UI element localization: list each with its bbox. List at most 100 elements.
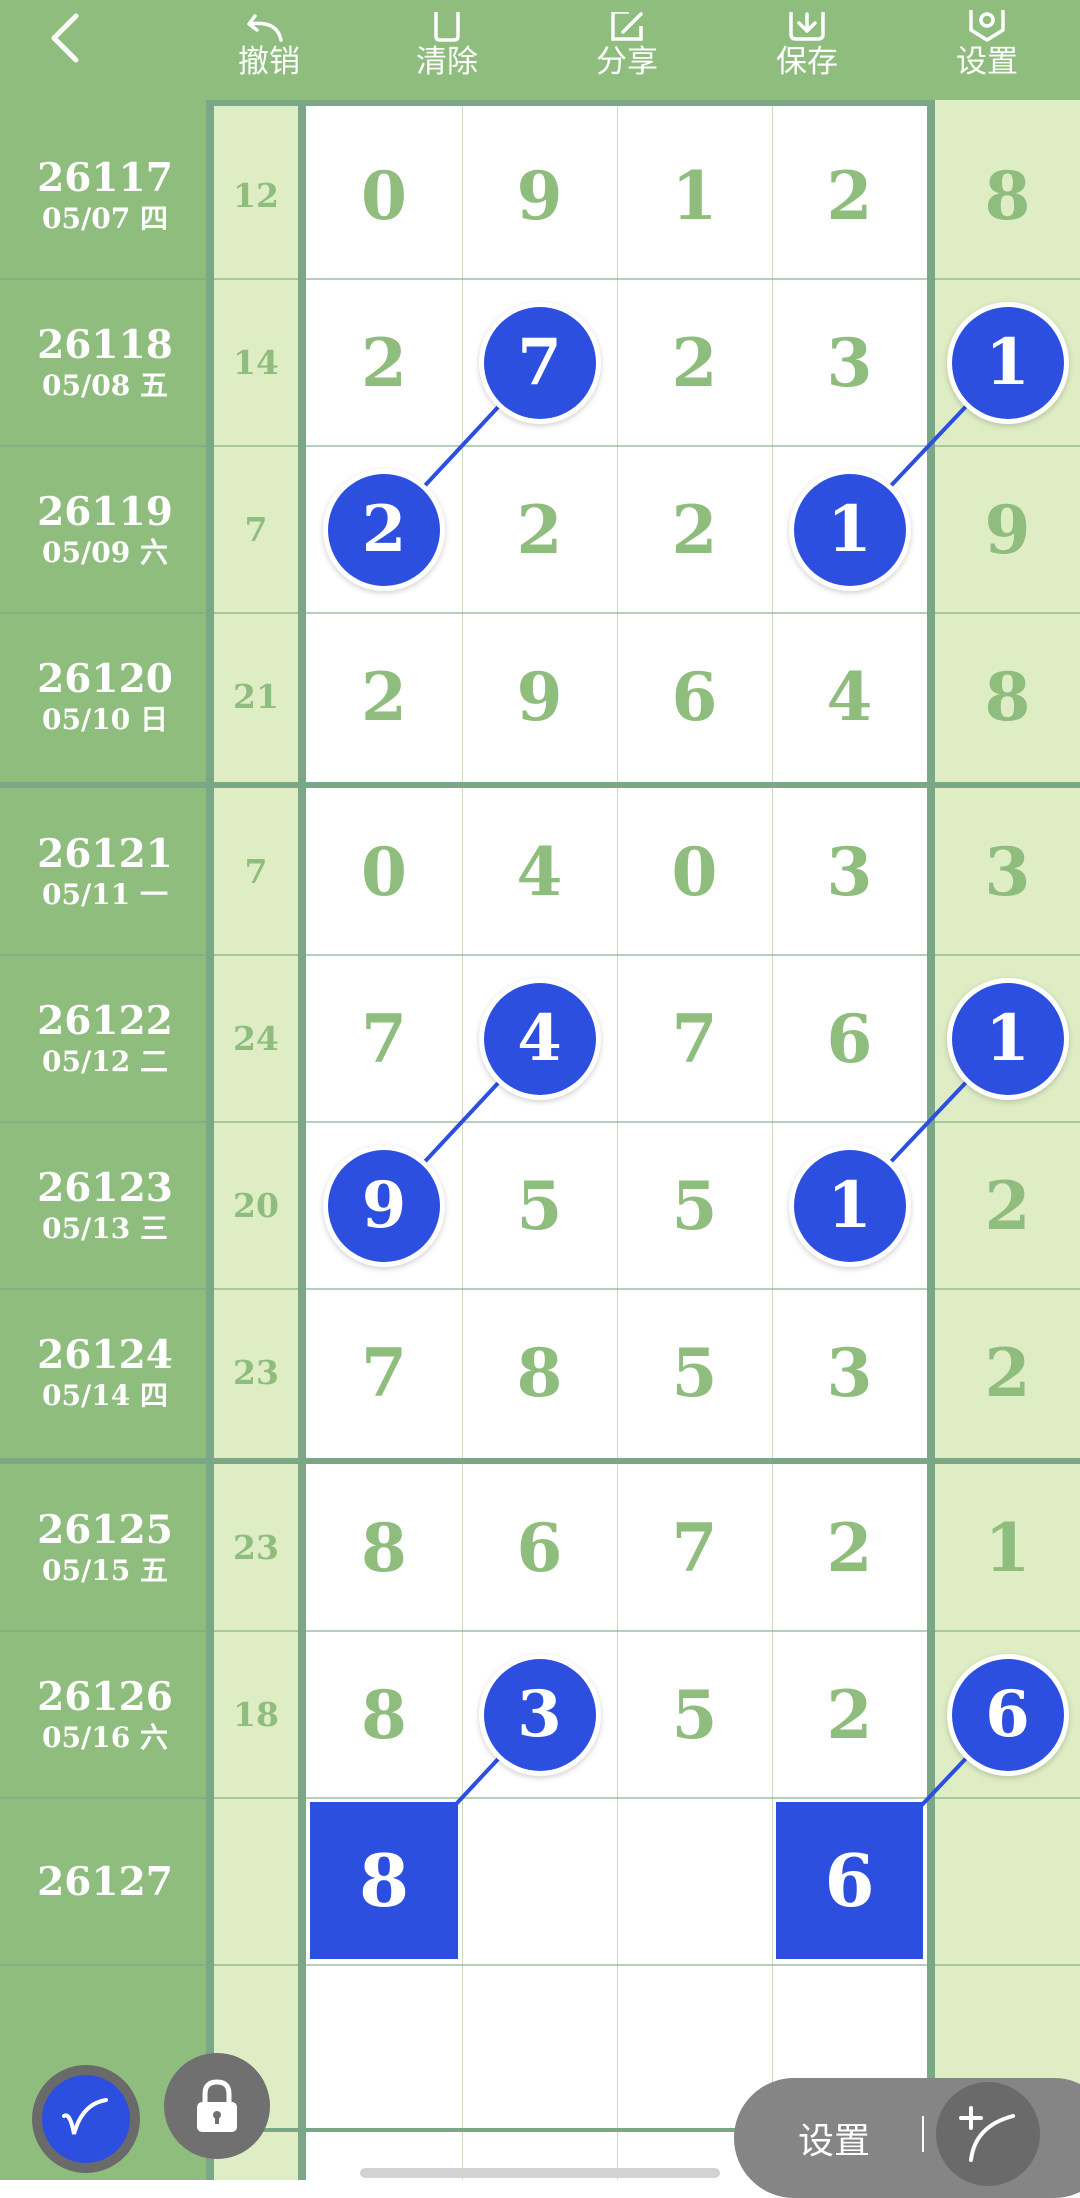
digit-cell[interactable]: 8 [462, 1289, 617, 1456]
back-button[interactable] [40, 8, 90, 68]
highlighted-digit[interactable]: 3 [483, 1658, 596, 1771]
draw-date: 05/07 四 [42, 201, 168, 235]
digit-sum: 14 [233, 343, 279, 382]
highlighted-digit[interactable]: 2 [328, 473, 440, 586]
row-issue-cell: 26119 05/09 六 [0, 446, 210, 613]
digit-cell[interactable]: 6 [462, 1464, 617, 1631]
highlighted-digit[interactable]: 1 [951, 982, 1064, 1095]
digit-cell[interactable]: 2 [617, 446, 772, 613]
digit-cell[interactable]: 9 [462, 112, 617, 279]
pen-icon [62, 2098, 108, 2135]
issue-number: 26126 [37, 1673, 173, 1720]
digit-cell[interactable]: 7 [306, 955, 462, 1122]
save-label: 保存 [776, 44, 838, 80]
digit-cell[interactable]: 7 [617, 1464, 772, 1631]
draw-line-icon [959, 2106, 1015, 2162]
row-issue-cell: 26121 05/11 一 [0, 788, 210, 955]
save-button[interactable]: 保存 [747, 0, 867, 96]
digit-cell[interactable]: 3 [772, 788, 927, 955]
draw-date: 05/16 六 [42, 1720, 168, 1754]
settings-label: 设置 [956, 44, 1018, 80]
digit-cell[interactable]: 3 [772, 279, 927, 446]
highlighted-digit[interactable]: 1 [793, 1149, 906, 1262]
digit-cell[interactable]: 2 [935, 1289, 1080, 1456]
digit-cell[interactable]: 2 [772, 1464, 927, 1631]
predicted-pick[interactable]: 8 [310, 1802, 458, 1959]
digit-cell[interactable]: 8 [935, 613, 1080, 780]
undo-icon [247, 14, 283, 42]
clear-icon [434, 12, 460, 42]
digit-cell[interactable]: 2 [306, 613, 462, 780]
digit-cell[interactable]: 8 [306, 1631, 462, 1798]
lock-icon [197, 2079, 237, 2132]
row-issue-cell: 26120 05/10 日 [0, 613, 210, 780]
clear-button[interactable]: 清除 [387, 0, 507, 96]
pen-button[interactable] [32, 2065, 140, 2173]
predicted-pick[interactable]: 6 [776, 1802, 923, 1959]
digit-cell[interactable]: 5 [617, 1122, 772, 1289]
draw-date: 05/11 一 [42, 877, 168, 911]
issue-number: 26122 [37, 997, 173, 1044]
lock-button[interactable] [164, 2053, 270, 2159]
settings-pill-label[interactable]: 设置 [798, 2112, 870, 2164]
top-toolbar: 撤销 清除 分享 保存 设置 [0, 0, 1080, 100]
draw-date: 05/15 五 [42, 1553, 168, 1587]
highlighted-digit[interactable]: 1 [951, 306, 1064, 419]
highlighted-digit[interactable]: 1 [793, 473, 906, 586]
column-separator [927, 100, 935, 2180]
digit-cell[interactable]: 2 [462, 446, 617, 613]
column-separator [298, 100, 306, 2180]
digit-cell[interactable]: 0 [617, 788, 772, 955]
digit-cell[interactable]: 2 [935, 1122, 1080, 1289]
undo-label: 撤销 [238, 44, 300, 80]
digit-cell[interactable]: 7 [617, 955, 772, 1122]
issue-number: 26127 [37, 1858, 173, 1905]
digit-cell[interactable]: 6 [772, 955, 927, 1122]
digit-sum: 20 [233, 1186, 279, 1225]
digit-cell[interactable]: 8 [935, 112, 1080, 279]
issue-number: 26120 [37, 655, 173, 702]
undo-button[interactable]: 撤销 [209, 0, 329, 96]
digit-cell[interactable]: 9 [935, 446, 1080, 613]
issue-number: 26125 [37, 1506, 173, 1553]
digit-cell[interactable]: 1 [617, 112, 772, 279]
share-button[interactable]: 分享 [567, 0, 687, 96]
share-icon [611, 12, 643, 41]
digit-cell[interactable]: 8 [306, 1464, 462, 1631]
digit-cell[interactable]: 2 [772, 1631, 927, 1798]
draw-date: 05/09 六 [42, 535, 168, 569]
lottery-chart-grid[interactable]: 2611705/07 四12091282611805/08 五142723126… [0, 100, 1080, 2180]
issue-number: 26118 [37, 321, 173, 368]
draw-line-button[interactable] [936, 2082, 1040, 2186]
digit-cell[interactable]: 3 [772, 1289, 927, 1456]
digit-cell[interactable]: 5 [617, 1631, 772, 1798]
row-issue-cell: 26127 [0, 1798, 210, 1965]
highlighted-digit[interactable]: 6 [951, 1658, 1064, 1771]
digit-cell[interactable]: 0 [306, 112, 462, 279]
digit-cell[interactable]: 9 [462, 613, 617, 780]
digit-cell[interactable]: 1 [935, 1464, 1080, 1631]
draw-date: 05/10 日 [42, 702, 168, 736]
digit-cell[interactable]: 5 [617, 1289, 772, 1456]
digit-cell[interactable]: 2 [306, 279, 462, 446]
highlighted-digit[interactable]: 4 [483, 982, 596, 1095]
issue-number: 26119 [37, 488, 173, 535]
digit-sum: 12 [233, 176, 279, 215]
digit-cell[interactable]: 0 [306, 788, 462, 955]
digit-cell[interactable]: 6 [617, 613, 772, 780]
highlighted-digit[interactable]: 9 [328, 1149, 440, 1262]
digit-cell[interactable]: 4 [772, 613, 927, 780]
draw-date: 05/12 二 [42, 1044, 168, 1078]
digit-sum: 7 [244, 510, 268, 549]
digit-cell[interactable]: 2 [617, 279, 772, 446]
digit-cell[interactable]: 5 [462, 1122, 617, 1289]
issue-number: 26123 [37, 1164, 173, 1211]
digit-cell[interactable]: 4 [462, 788, 617, 955]
highlighted-digit[interactable]: 7 [483, 306, 596, 419]
settings-icon [969, 10, 1005, 42]
clear-label: 清除 [416, 44, 478, 80]
digit-cell[interactable]: 3 [935, 788, 1080, 955]
digit-cell[interactable]: 7 [306, 1289, 462, 1456]
settings-button[interactable]: 设置 [927, 0, 1047, 96]
digit-cell[interactable]: 2 [772, 112, 927, 279]
